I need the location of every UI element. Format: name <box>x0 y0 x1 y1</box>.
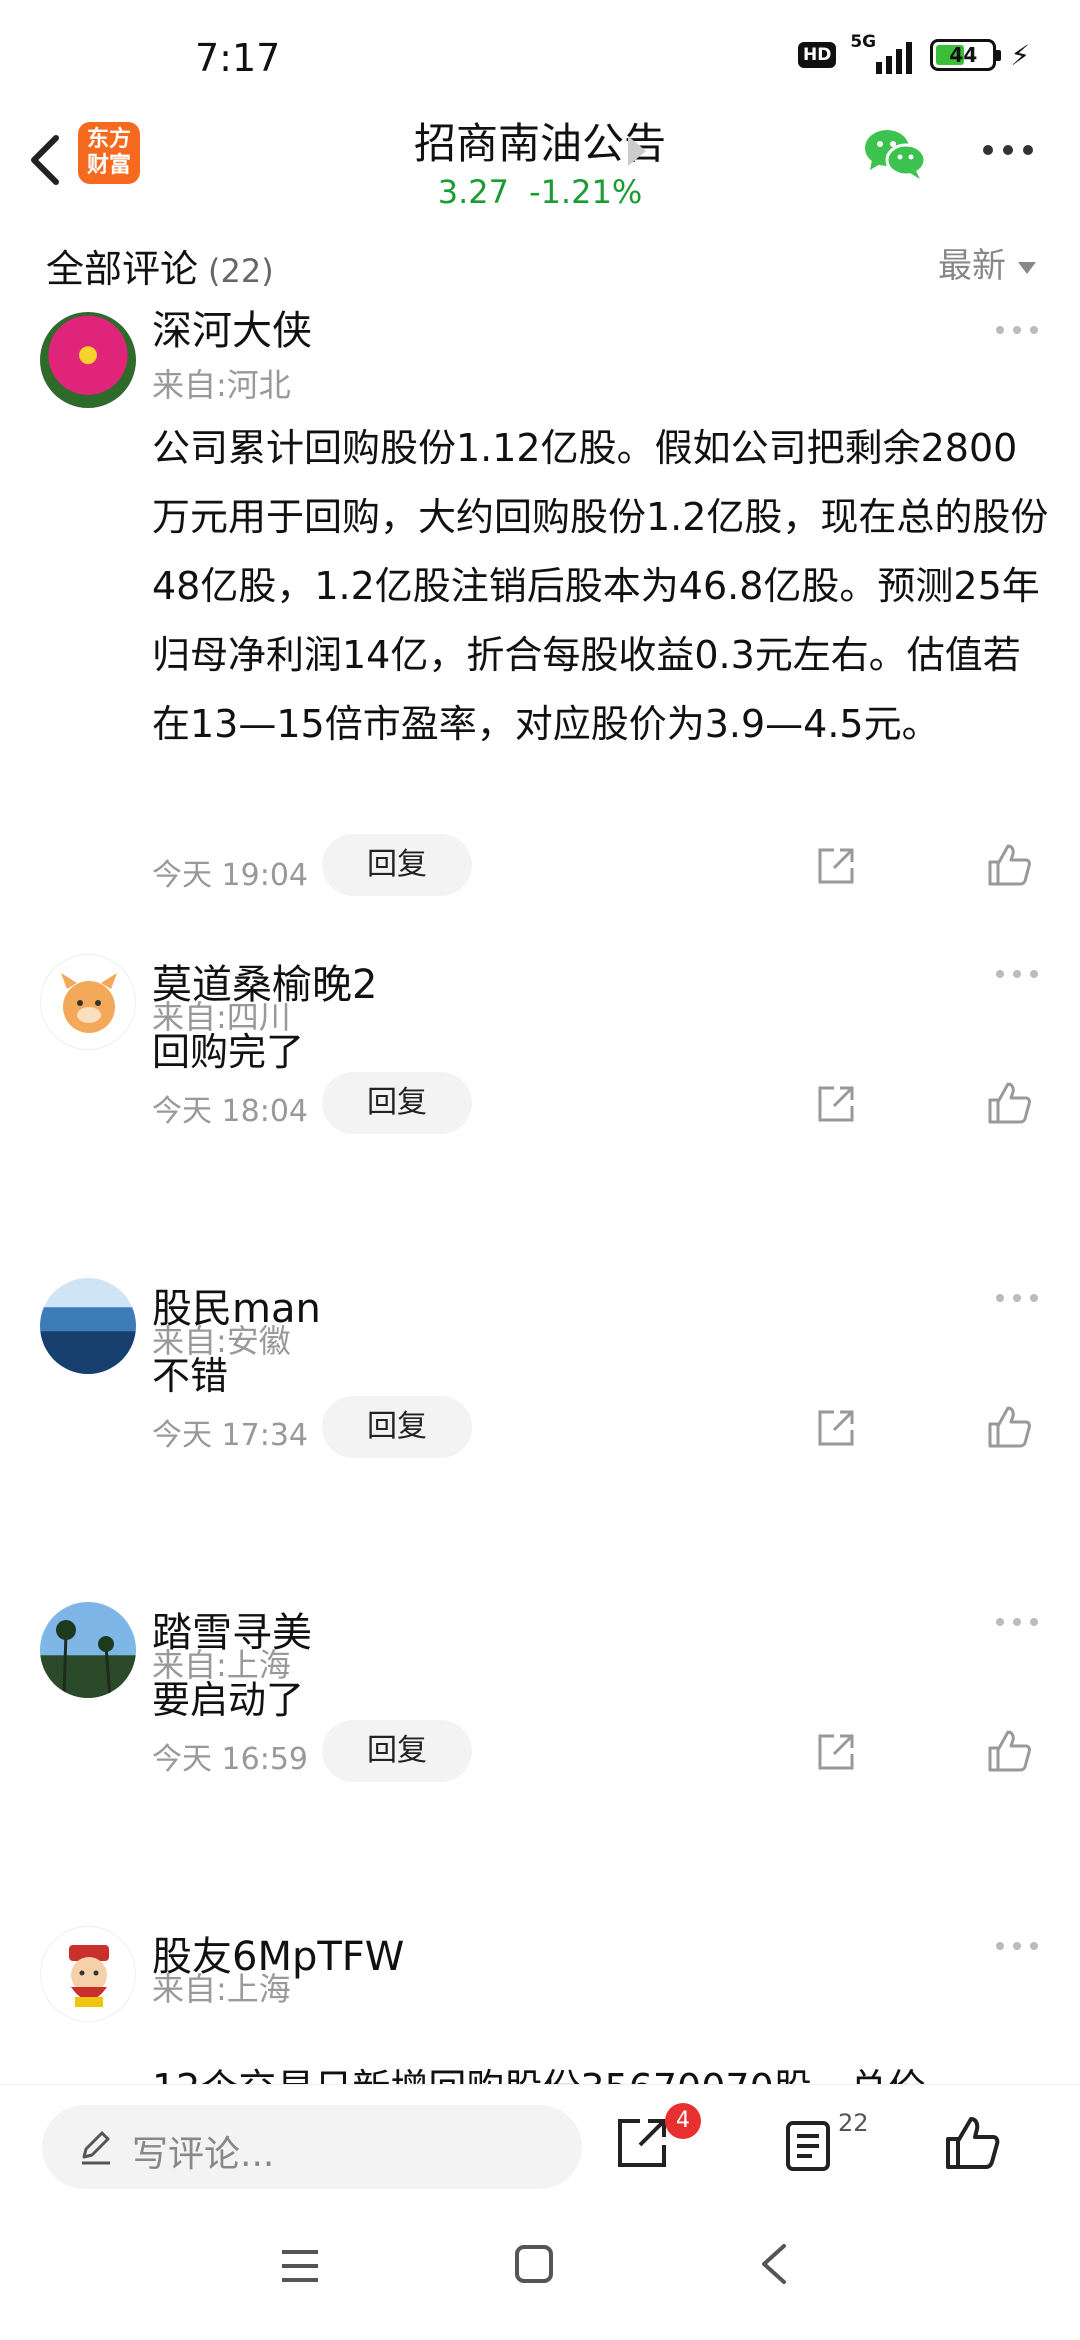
status-bar: 7:17 HD 5G 44 ⚡ <box>0 0 1080 110</box>
comments-title: 全部评论 (22) <box>46 238 274 293</box>
comment-text[interactable]: 公司累计回购股份1.12亿股。假如公司把剩余2800万元用于回购，大约回购股份1… <box>152 414 1050 759</box>
write-comment-placeholder: 写评论... <box>132 2134 275 2175</box>
sort-dropdown[interactable]: 最新 <box>938 238 1036 287</box>
reply-button[interactable]: 回复 <box>322 1720 472 1782</box>
battery-icon: 44 <box>930 39 1002 71</box>
comment-text[interactable]: 回购完了 <box>152 1018 1050 1087</box>
system-nav-bar <box>0 2200 1080 2340</box>
comment-text[interactable]: 要启动了 <box>152 1666 1050 1735</box>
reply-button[interactable]: 回复 <box>322 834 472 896</box>
share-icon[interactable] <box>814 1406 858 1450</box>
comment-more-icon[interactable] <box>994 1940 1040 1952</box>
share-icon[interactable] <box>614 2113 672 2171</box>
comment-text[interactable]: 12个交易日新增回购股份35670070股，总价 <box>152 2054 1050 2084</box>
comments-count: (22) <box>208 252 274 290</box>
comment-feed[interactable]: 深河大侠 来自:河北 公司累计回购股份1.12亿股。假如公司把剩余2800万元用… <box>0 304 1080 2084</box>
comment-time: 今天 16:59 <box>152 1742 308 1777</box>
stock-price: 3.27 <box>437 173 510 211</box>
like-icon[interactable] <box>986 1080 1032 1126</box>
sort-label: 最新 <box>938 246 1006 286</box>
like-icon[interactable] <box>944 2115 1000 2171</box>
expand-arrow-icon[interactable] <box>628 136 646 166</box>
share-icon[interactable] <box>814 1082 858 1126</box>
share-badge: 4 <box>665 2103 701 2139</box>
comment-text[interactable]: 不错 <box>152 1342 1050 1411</box>
avatar[interactable] <box>40 1926 136 2022</box>
status-icons: HD 5G 44 ⚡ <box>797 32 1030 74</box>
system-back-icon[interactable] <box>756 2242 792 2286</box>
bottom-action-bar: 写评论... 4 22 <box>0 2084 1080 2195</box>
like-icon[interactable] <box>986 842 1032 888</box>
comment-more-icon[interactable] <box>994 1292 1040 1304</box>
comment-more-icon[interactable] <box>994 968 1040 980</box>
comment-author[interactable]: 深河大侠 <box>152 304 312 356</box>
reply-button[interactable]: 回复 <box>322 1072 472 1134</box>
comment-time: 今天 17:34 <box>152 1418 308 1453</box>
comment-location: 来自:上海 <box>152 1970 291 2008</box>
reply-button[interactable]: 回复 <box>322 1396 472 1458</box>
comment-time: 今天 19:04 <box>152 858 308 893</box>
network-type: 5G <box>850 32 877 52</box>
comment-location: 来自:河北 <box>152 366 291 404</box>
avatar[interactable] <box>40 954 136 1050</box>
avatar[interactable] <box>40 312 136 408</box>
dropdown-icon <box>1018 261 1036 274</box>
like-icon[interactable] <box>986 1728 1032 1774</box>
comments-title-text: 全部评论 <box>46 247 199 291</box>
battery-level: 44 <box>949 43 978 67</box>
comment-count: 22 <box>838 2109 869 2137</box>
menu-icon[interactable] <box>280 2248 320 2284</box>
write-comment-input[interactable]: 写评论... <box>42 2105 582 2189</box>
hd-icon: HD <box>797 42 837 68</box>
avatar[interactable] <box>40 1278 136 1374</box>
comment-more-icon[interactable] <box>994 1616 1040 1628</box>
more-icon[interactable] <box>978 140 1038 160</box>
signal-icon: 5G <box>850 32 916 74</box>
share-icon[interactable] <box>814 844 858 888</box>
comments-header: 全部评论 (22) 最新 <box>0 212 1080 304</box>
home-icon[interactable] <box>514 2244 554 2284</box>
share-icon[interactable] <box>814 1730 858 1774</box>
comments-list-icon[interactable] <box>784 2119 832 2173</box>
charging-icon: ⚡ <box>1010 38 1030 72</box>
wechat-icon[interactable] <box>860 124 930 184</box>
avatar[interactable] <box>40 1602 136 1698</box>
top-nav: 东方 财富 招商南油公告 3.27 -1.21% <box>0 110 1080 213</box>
comment-more-icon[interactable] <box>994 324 1040 336</box>
stock-change: -1.21% <box>529 173 643 211</box>
like-icon[interactable] <box>986 1404 1032 1450</box>
status-time: 7:17 <box>195 36 281 80</box>
comment-time: 今天 18:04 <box>152 1094 308 1129</box>
pencil-icon <box>82 2131 110 2165</box>
